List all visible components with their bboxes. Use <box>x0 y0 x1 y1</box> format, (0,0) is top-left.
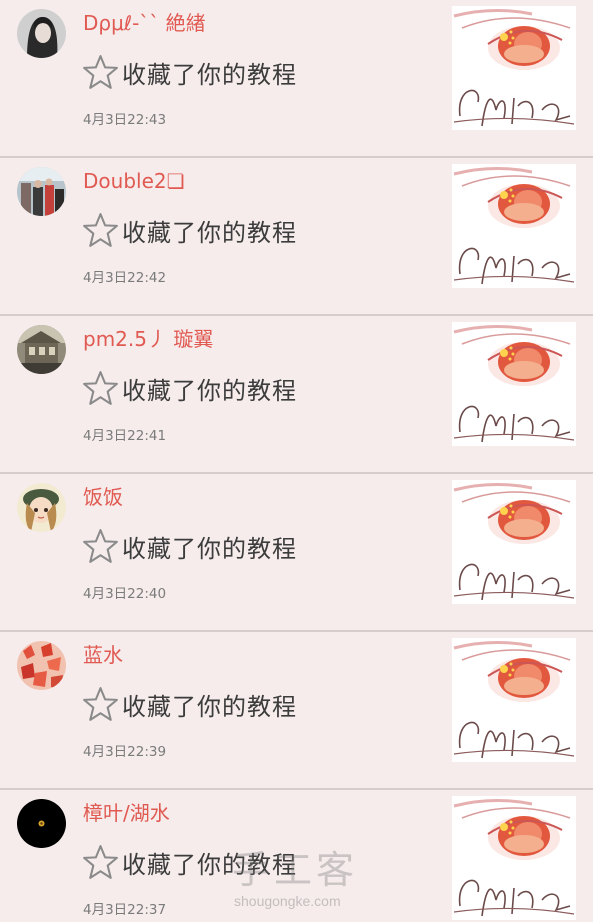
tutorial-thumbnail[interactable] <box>452 796 576 920</box>
avatar[interactable] <box>17 325 66 374</box>
avatar[interactable] <box>17 167 66 216</box>
timestamp: 4月3日22:40 <box>83 586 167 602</box>
action-line: 收藏了你的教程 <box>80 50 297 94</box>
action-line: 收藏了你的教程 <box>80 366 297 410</box>
avatar-image <box>17 167 66 216</box>
list-item[interactable]: Double2❏ 收藏了你的教程 4月3日22:42 <box>0 158 593 316</box>
list-item[interactable]: 蓝水 收藏了你的教程 4月3日22:39 <box>0 632 593 790</box>
list-item[interactable]: Dρμℓ-`` 絶緖 收藏了你的教程 4月3日22:43 <box>0 0 593 158</box>
action-text: 收藏了你的教程 <box>122 850 297 879</box>
action-text: 收藏了你的教程 <box>122 218 297 247</box>
action-line: 收藏了你的教程 <box>80 208 297 252</box>
action-line: 收藏了你的教程 <box>80 840 297 884</box>
avatar[interactable] <box>17 641 66 690</box>
list-item[interactable]: pm2.5丿 璇翼 收藏了你的教程 4月3日22:41 <box>0 316 593 474</box>
tutorial-thumbnail[interactable] <box>452 638 576 762</box>
action-text: 收藏了你的教程 <box>122 376 297 405</box>
avatar-image <box>17 9 66 58</box>
username[interactable]: 蓝水 <box>83 641 123 669</box>
avatar-image <box>17 641 66 690</box>
username[interactable]: pm2.5丿 璇翼 <box>83 325 213 353</box>
eye-illustration-image <box>452 164 576 288</box>
activity-feed: Dρμℓ-`` 絶緖 收藏了你的教程 4月3日22:43 Double2❏ 收藏… <box>0 0 593 922</box>
timestamp: 4月3日22:41 <box>83 428 167 444</box>
tutorial-thumbnail[interactable] <box>452 322 576 446</box>
star-icon <box>83 686 118 721</box>
star-icon <box>83 54 118 89</box>
tutorial-thumbnail[interactable] <box>452 164 576 288</box>
timestamp: 4月3日22:43 <box>83 112 167 128</box>
username[interactable]: 樟叶/湖水 <box>83 799 170 827</box>
action-text: 收藏了你的教程 <box>122 60 297 89</box>
star-icon <box>83 528 118 563</box>
avatar-image <box>17 799 66 848</box>
action-text: 收藏了你的教程 <box>122 534 297 563</box>
username[interactable]: Dρμℓ-`` 絶緖 <box>83 9 206 37</box>
eye-illustration-image <box>452 322 576 446</box>
avatar[interactable] <box>17 799 66 848</box>
eye-illustration-image <box>452 6 576 130</box>
eye-illustration-image <box>452 796 576 920</box>
eye-illustration-image <box>452 480 576 604</box>
list-item[interactable]: 樟叶/湖水 收藏了你的教程 4月3日22:37 <box>0 790 593 922</box>
avatar-image <box>17 483 66 532</box>
timestamp: 4月3日22:39 <box>83 744 167 760</box>
action-text: 收藏了你的教程 <box>122 692 297 721</box>
action-line: 收藏了你的教程 <box>80 524 297 568</box>
action-line: 收藏了你的教程 <box>80 682 297 726</box>
star-icon <box>83 844 118 879</box>
eye-illustration-image <box>452 638 576 762</box>
avatar[interactable] <box>17 483 66 532</box>
username[interactable]: Double2❏ <box>83 167 185 195</box>
timestamp: 4月3日22:42 <box>83 270 167 286</box>
avatar-image <box>17 325 66 374</box>
star-icon <box>83 212 118 247</box>
username[interactable]: 饭饭 <box>83 483 123 511</box>
star-icon <box>83 370 118 405</box>
list-item[interactable]: 饭饭 收藏了你的教程 4月3日22:40 <box>0 474 593 632</box>
avatar[interactable] <box>17 9 66 58</box>
tutorial-thumbnail[interactable] <box>452 6 576 130</box>
tutorial-thumbnail[interactable] <box>452 480 576 604</box>
timestamp: 4月3日22:37 <box>83 902 167 918</box>
